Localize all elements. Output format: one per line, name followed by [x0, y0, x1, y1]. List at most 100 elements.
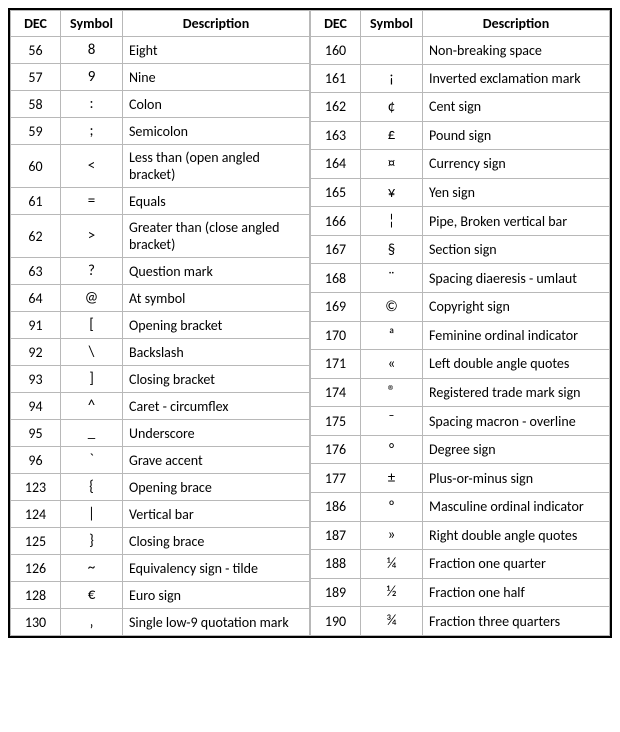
header-dec: DEC	[311, 11, 361, 37]
cell-description: Degree sign	[423, 435, 610, 464]
cell-symbol: ¡	[361, 64, 423, 93]
cell-description: Caret - circumflex	[123, 393, 310, 420]
ascii-table-left: DEC Symbol Description 568Eight579Nine58…	[10, 10, 310, 636]
cell-symbol: ^	[61, 393, 123, 420]
cell-dec: 176	[311, 435, 361, 464]
cell-symbol: \	[61, 339, 123, 366]
cell-symbol: {	[61, 474, 123, 501]
table-row: 167§Section sign	[311, 235, 610, 264]
cell-dec: 56	[11, 37, 61, 64]
cell-description: Backslash	[123, 339, 310, 366]
cell-symbol: »	[361, 521, 423, 550]
cell-dec: 165	[311, 178, 361, 207]
cell-description: Euro sign	[123, 582, 310, 609]
header-symbol: Symbol	[61, 11, 123, 37]
header-description: Description	[423, 11, 610, 37]
cell-description: Vertical bar	[123, 501, 310, 528]
cell-dec: 161	[311, 64, 361, 93]
table-row: 188¼Fraction one quarter	[311, 550, 610, 579]
cell-dec: 164	[311, 150, 361, 179]
table-row: 63?Question mark	[11, 258, 310, 285]
table-row: 165¥Yen sign	[311, 178, 610, 207]
table-row: 128€Euro sign	[11, 582, 310, 609]
cell-description: Non-breaking space	[423, 37, 610, 65]
cell-symbol: £	[361, 121, 423, 150]
table-row: 163£Pound sign	[311, 121, 610, 150]
cell-symbol: ©	[361, 293, 423, 322]
cell-dec: 162	[311, 93, 361, 122]
cell-dec: 94	[11, 393, 61, 420]
cell-dec: 58	[11, 91, 61, 118]
cell-description: Closing brace	[123, 528, 310, 555]
table-row: 175¯Spacing macron - overline	[311, 407, 610, 436]
cell-symbol: ª	[361, 321, 423, 350]
cell-symbol: ¤	[361, 150, 423, 179]
cell-dec: 59	[11, 118, 61, 145]
cell-symbol: <	[61, 145, 123, 188]
cell-description: Opening brace	[123, 474, 310, 501]
cell-dec: 163	[311, 121, 361, 150]
cell-description: Feminine ordinal indicator	[423, 321, 610, 350]
cell-dec: 128	[11, 582, 61, 609]
cell-description: Closing bracket	[123, 366, 310, 393]
table-row: 166¦Pipe, Broken vertical bar	[311, 207, 610, 236]
cell-symbol: =	[61, 188, 123, 215]
table-row: 176°Degree sign	[311, 435, 610, 464]
cell-symbol: :	[61, 91, 123, 118]
cell-description: Spacing diaeresis - umlaut	[423, 264, 610, 293]
cell-symbol: ;	[61, 118, 123, 145]
table-row: 187»Right double angle quotes	[311, 521, 610, 550]
cell-dec: 177	[311, 464, 361, 493]
cell-symbol: 8	[61, 37, 123, 64]
header-symbol: Symbol	[361, 11, 423, 37]
cell-description: Left double angle quotes	[423, 350, 610, 379]
cell-dec: 57	[11, 64, 61, 91]
cell-symbol: ±	[361, 464, 423, 493]
cell-dec: 95	[11, 420, 61, 447]
cell-dec: 126	[11, 555, 61, 582]
cell-description: Equals	[123, 188, 310, 215]
cell-dec: 62	[11, 215, 61, 258]
cell-symbol: °	[361, 435, 423, 464]
cell-symbol: ®	[361, 378, 423, 407]
cell-dec: 175	[311, 407, 361, 436]
cell-symbol: ¨	[361, 264, 423, 293]
cell-symbol: |	[61, 501, 123, 528]
cell-symbol: ¦	[361, 207, 423, 236]
cell-dec: 123	[11, 474, 61, 501]
cell-description: Fraction one quarter	[423, 550, 610, 579]
table-row: 164¤Currency sign	[311, 150, 610, 179]
cell-description: Grave accent	[123, 447, 310, 474]
cell-symbol: [	[61, 312, 123, 339]
table-row: 162¢Cent sign	[311, 93, 610, 122]
table-row: 96`Grave accent	[11, 447, 310, 474]
table-row: 94^Caret - circumflex	[11, 393, 310, 420]
cell-dec: 91	[11, 312, 61, 339]
cell-description: Nine	[123, 64, 310, 91]
cell-symbol: ¯	[361, 407, 423, 436]
cell-description: Masculine ordinal indicator	[423, 492, 610, 521]
table-row: 186ºMasculine ordinal indicator	[311, 492, 610, 521]
cell-dec: 170	[311, 321, 361, 350]
table-row: 161¡Inverted exclamation mark	[311, 64, 610, 93]
cell-dec: 186	[311, 492, 361, 521]
cell-description: Section sign	[423, 235, 610, 264]
cell-description: Question mark	[123, 258, 310, 285]
table-row: 579Nine	[11, 64, 310, 91]
cell-description: Copyright sign	[423, 293, 610, 322]
cell-dec: 64	[11, 285, 61, 312]
table-row: 92\Backslash	[11, 339, 310, 366]
cell-description: Yen sign	[423, 178, 610, 207]
table-row: 190¾Fraction three quarters	[311, 607, 610, 636]
cell-description: Pound sign	[423, 121, 610, 150]
cell-description: At symbol	[123, 285, 310, 312]
table-row: 130‚Single low-9 quotation mark	[11, 609, 310, 636]
cell-description: Colon	[123, 91, 310, 118]
cell-symbol: ‚	[61, 609, 123, 636]
cell-symbol: §	[361, 235, 423, 264]
table-row: 189½Fraction one half	[311, 578, 610, 607]
cell-dec: 130	[11, 609, 61, 636]
table-row: 174®Registered trade mark sign	[311, 378, 610, 407]
cell-dec: 125	[11, 528, 61, 555]
cell-dec: 96	[11, 447, 61, 474]
